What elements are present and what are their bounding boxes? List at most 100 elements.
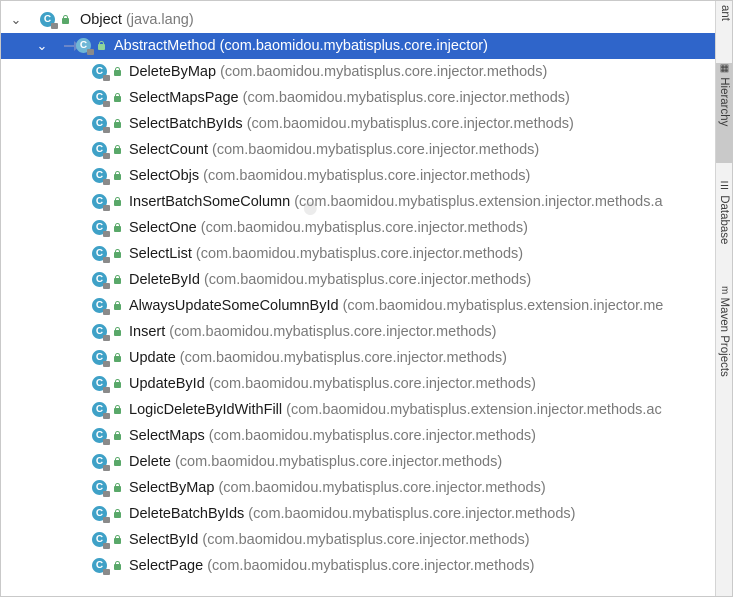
package-name: (java.lang) xyxy=(125,12,194,28)
public-visibility-icon xyxy=(113,509,122,518)
package-name: (com.baomidou.mybatisplus.core.injector.… xyxy=(208,428,536,444)
public-visibility-icon xyxy=(113,67,122,76)
class-icon: C xyxy=(92,90,110,107)
database-icon: ☰ xyxy=(719,181,730,192)
tab-hierarchy[interactable]: ▦ Hierarchy xyxy=(716,63,732,163)
class-icon: C xyxy=(92,194,110,211)
tree-row[interactable]: C DeleteBatchByIds (com.baomidou.mybatisp… xyxy=(1,501,715,527)
tree-row[interactable]: C LogicDeleteByIdWithFill (com.baomidou.m… xyxy=(1,397,715,423)
tree-row[interactable]: C DeleteById (com.baomidou.mybatisplus.co… xyxy=(1,267,715,293)
package-name: (com.baomidou.mybatisplus.core.injector.… xyxy=(212,142,540,158)
package-name: (com.baomidou.mybatisplus.core.injector.… xyxy=(248,506,576,522)
public-visibility-icon xyxy=(113,275,122,284)
tree-row[interactable]: C SelectList (com.baomidou.mybatisplus.co… xyxy=(1,241,715,267)
class-name: SelectMaps xyxy=(129,428,205,444)
tree-row[interactable]: C SelectByMap (com.baomidou.mybatisplus.c… xyxy=(1,475,715,501)
tab-ant[interactable]: ant xyxy=(716,5,732,35)
class-name: SelectBatchByIds xyxy=(129,116,243,132)
tree-row[interactable]: C SelectMapsPage (com.baomidou.mybatisplu… xyxy=(1,85,715,111)
class-icon: C xyxy=(92,402,110,419)
public-visibility-icon xyxy=(113,93,122,102)
tab-database[interactable]: ☰ Database xyxy=(716,181,732,271)
class-icon: C xyxy=(92,506,110,523)
tree-row[interactable]: C DeleteByMap (com.baomidou.mybatisplus.c… xyxy=(1,59,715,85)
public-visibility-icon xyxy=(113,561,122,570)
tree-row[interactable]: C InsertBatchSomeColumn (com.baomidou.myb… xyxy=(1,189,715,215)
tree-row[interactable]: C SelectPage (com.baomidou.mybatisplus.co… xyxy=(1,553,715,579)
class-icon: C xyxy=(92,350,110,367)
class-hierarchy-tree: ⌄ C Object (java.lang) ⌄ C AbstractMetho… xyxy=(1,7,715,579)
class-icon: C xyxy=(92,454,110,471)
class-name: AbstractMethod xyxy=(114,38,216,54)
package-name: (com.baomidou.mybatisplus.core.injector.… xyxy=(242,90,570,106)
public-visibility-icon xyxy=(113,119,122,128)
hierarchy-panel: ⌄ C Object (java.lang) ⌄ C AbstractMetho… xyxy=(0,0,733,597)
package-name: (com.baomidou.mybatisplus.core.injector) xyxy=(219,38,488,54)
chevron-down-icon[interactable]: ⌄ xyxy=(9,7,23,33)
tree-row[interactable]: C SelectBatchByIds (com.baomidou.mybatisp… xyxy=(1,111,715,137)
class-icon: C xyxy=(40,12,58,29)
class-name: SelectByMap xyxy=(129,480,215,496)
class-name: SelectList xyxy=(129,246,192,262)
tree-row[interactable]: C Update (com.baomidou.mybatisplus.core.i… xyxy=(1,345,715,371)
public-visibility-icon xyxy=(113,431,122,440)
class-name: Delete xyxy=(129,454,171,470)
class-icon: C xyxy=(92,64,110,81)
package-name: (com.baomidou.mybatisplus.core.injector.… xyxy=(203,272,532,288)
class-name: DeleteByMap xyxy=(129,64,217,80)
class-name: SelectObjs xyxy=(129,168,200,184)
class-name: AlwaysUpdateSomeColumnById xyxy=(129,298,339,314)
tree-row[interactable]: C SelectById (com.baomidou.mybatisplus.co… xyxy=(1,527,715,553)
class-icon: C xyxy=(92,376,110,393)
class-name: DeleteBatchByIds xyxy=(129,506,245,522)
public-visibility-icon xyxy=(113,249,122,258)
class-name: Insert xyxy=(129,324,166,340)
class-name: LogicDeleteByIdWithFill xyxy=(129,402,283,418)
public-visibility-icon xyxy=(113,197,122,206)
public-visibility-icon xyxy=(113,145,122,154)
class-icon: C xyxy=(92,428,110,445)
package-name: (com.baomidou.mybatisplus.core.injector.… xyxy=(220,64,548,80)
class-name: SelectMapsPage xyxy=(129,90,239,106)
class-icon: C xyxy=(92,220,110,237)
class-icon: C xyxy=(92,324,110,341)
tree-row[interactable]: C UpdateById (com.baomidou.mybatisplus.co… xyxy=(1,371,715,397)
tree-row[interactable]: C Delete (com.baomidou.mybatisplus.core.i… xyxy=(1,449,715,475)
public-visibility-icon xyxy=(113,379,122,388)
tree-row[interactable]: C AlwaysUpdateSomeColumnById (com.baomido… xyxy=(1,293,715,319)
class-icon: C xyxy=(92,298,110,315)
class-name: SelectOne xyxy=(129,220,197,236)
package-name: (com.baomidou.mybatisplus.core.injector.… xyxy=(208,376,537,392)
class-icon: C xyxy=(92,480,110,497)
right-tool-window-bar: ant ▦ Hierarchy ☰ Database m Maven Proje… xyxy=(715,1,732,596)
package-name: (com.baomidou.mybatisplus.core.injector.… xyxy=(195,246,524,262)
public-visibility-icon xyxy=(113,457,122,466)
tree-row[interactable]: C Insert (com.baomidou.mybatisplus.core.i… xyxy=(1,319,715,345)
public-visibility-icon xyxy=(61,15,70,24)
class-icon: C xyxy=(92,246,110,263)
package-name: (com.baomidou.mybatisplus.core.injector.… xyxy=(202,532,530,548)
tree-row-root[interactable]: ⌄ C Object (java.lang) xyxy=(1,7,715,33)
abstract-class-icon: C xyxy=(76,38,94,55)
public-visibility-icon xyxy=(113,223,122,232)
tree-row[interactable]: C SelectCount (com.baomidou.mybatisplus.c… xyxy=(1,137,715,163)
tree-row[interactable]: C SelectOne (com.baomidou.mybatisplus.cor… xyxy=(1,215,715,241)
chevron-down-icon[interactable]: ⌄ xyxy=(35,33,49,59)
class-name: DeleteById xyxy=(129,272,200,288)
public-visibility-icon xyxy=(113,353,122,362)
tab-maven-projects[interactable]: m Maven Projects xyxy=(716,286,732,416)
tree-row-selected[interactable]: ⌄ C AbstractMethod (com.baomidou.mybatis… xyxy=(1,33,715,59)
package-name: (com.baomidou.mybatisplus.extension.inje… xyxy=(342,298,664,314)
public-visibility-icon xyxy=(113,327,122,336)
package-name: (com.baomidou.mybatisplus.core.injector.… xyxy=(203,168,531,184)
class-name: Object xyxy=(80,12,122,28)
public-visibility-icon xyxy=(113,483,122,492)
class-icon: C xyxy=(92,168,110,185)
class-icon: C xyxy=(92,116,110,133)
tree-row[interactable]: C SelectObjs (com.baomidou.mybatisplus.co… xyxy=(1,163,715,189)
package-name: (com.baomidou.mybatisplus.core.injector.… xyxy=(174,454,503,470)
class-name: InsertBatchSomeColumn xyxy=(129,194,291,210)
class-name: SelectPage xyxy=(129,558,204,574)
class-icon: C xyxy=(92,142,110,159)
tree-row[interactable]: C SelectMaps (com.baomidou.mybatisplus.co… xyxy=(1,423,715,449)
